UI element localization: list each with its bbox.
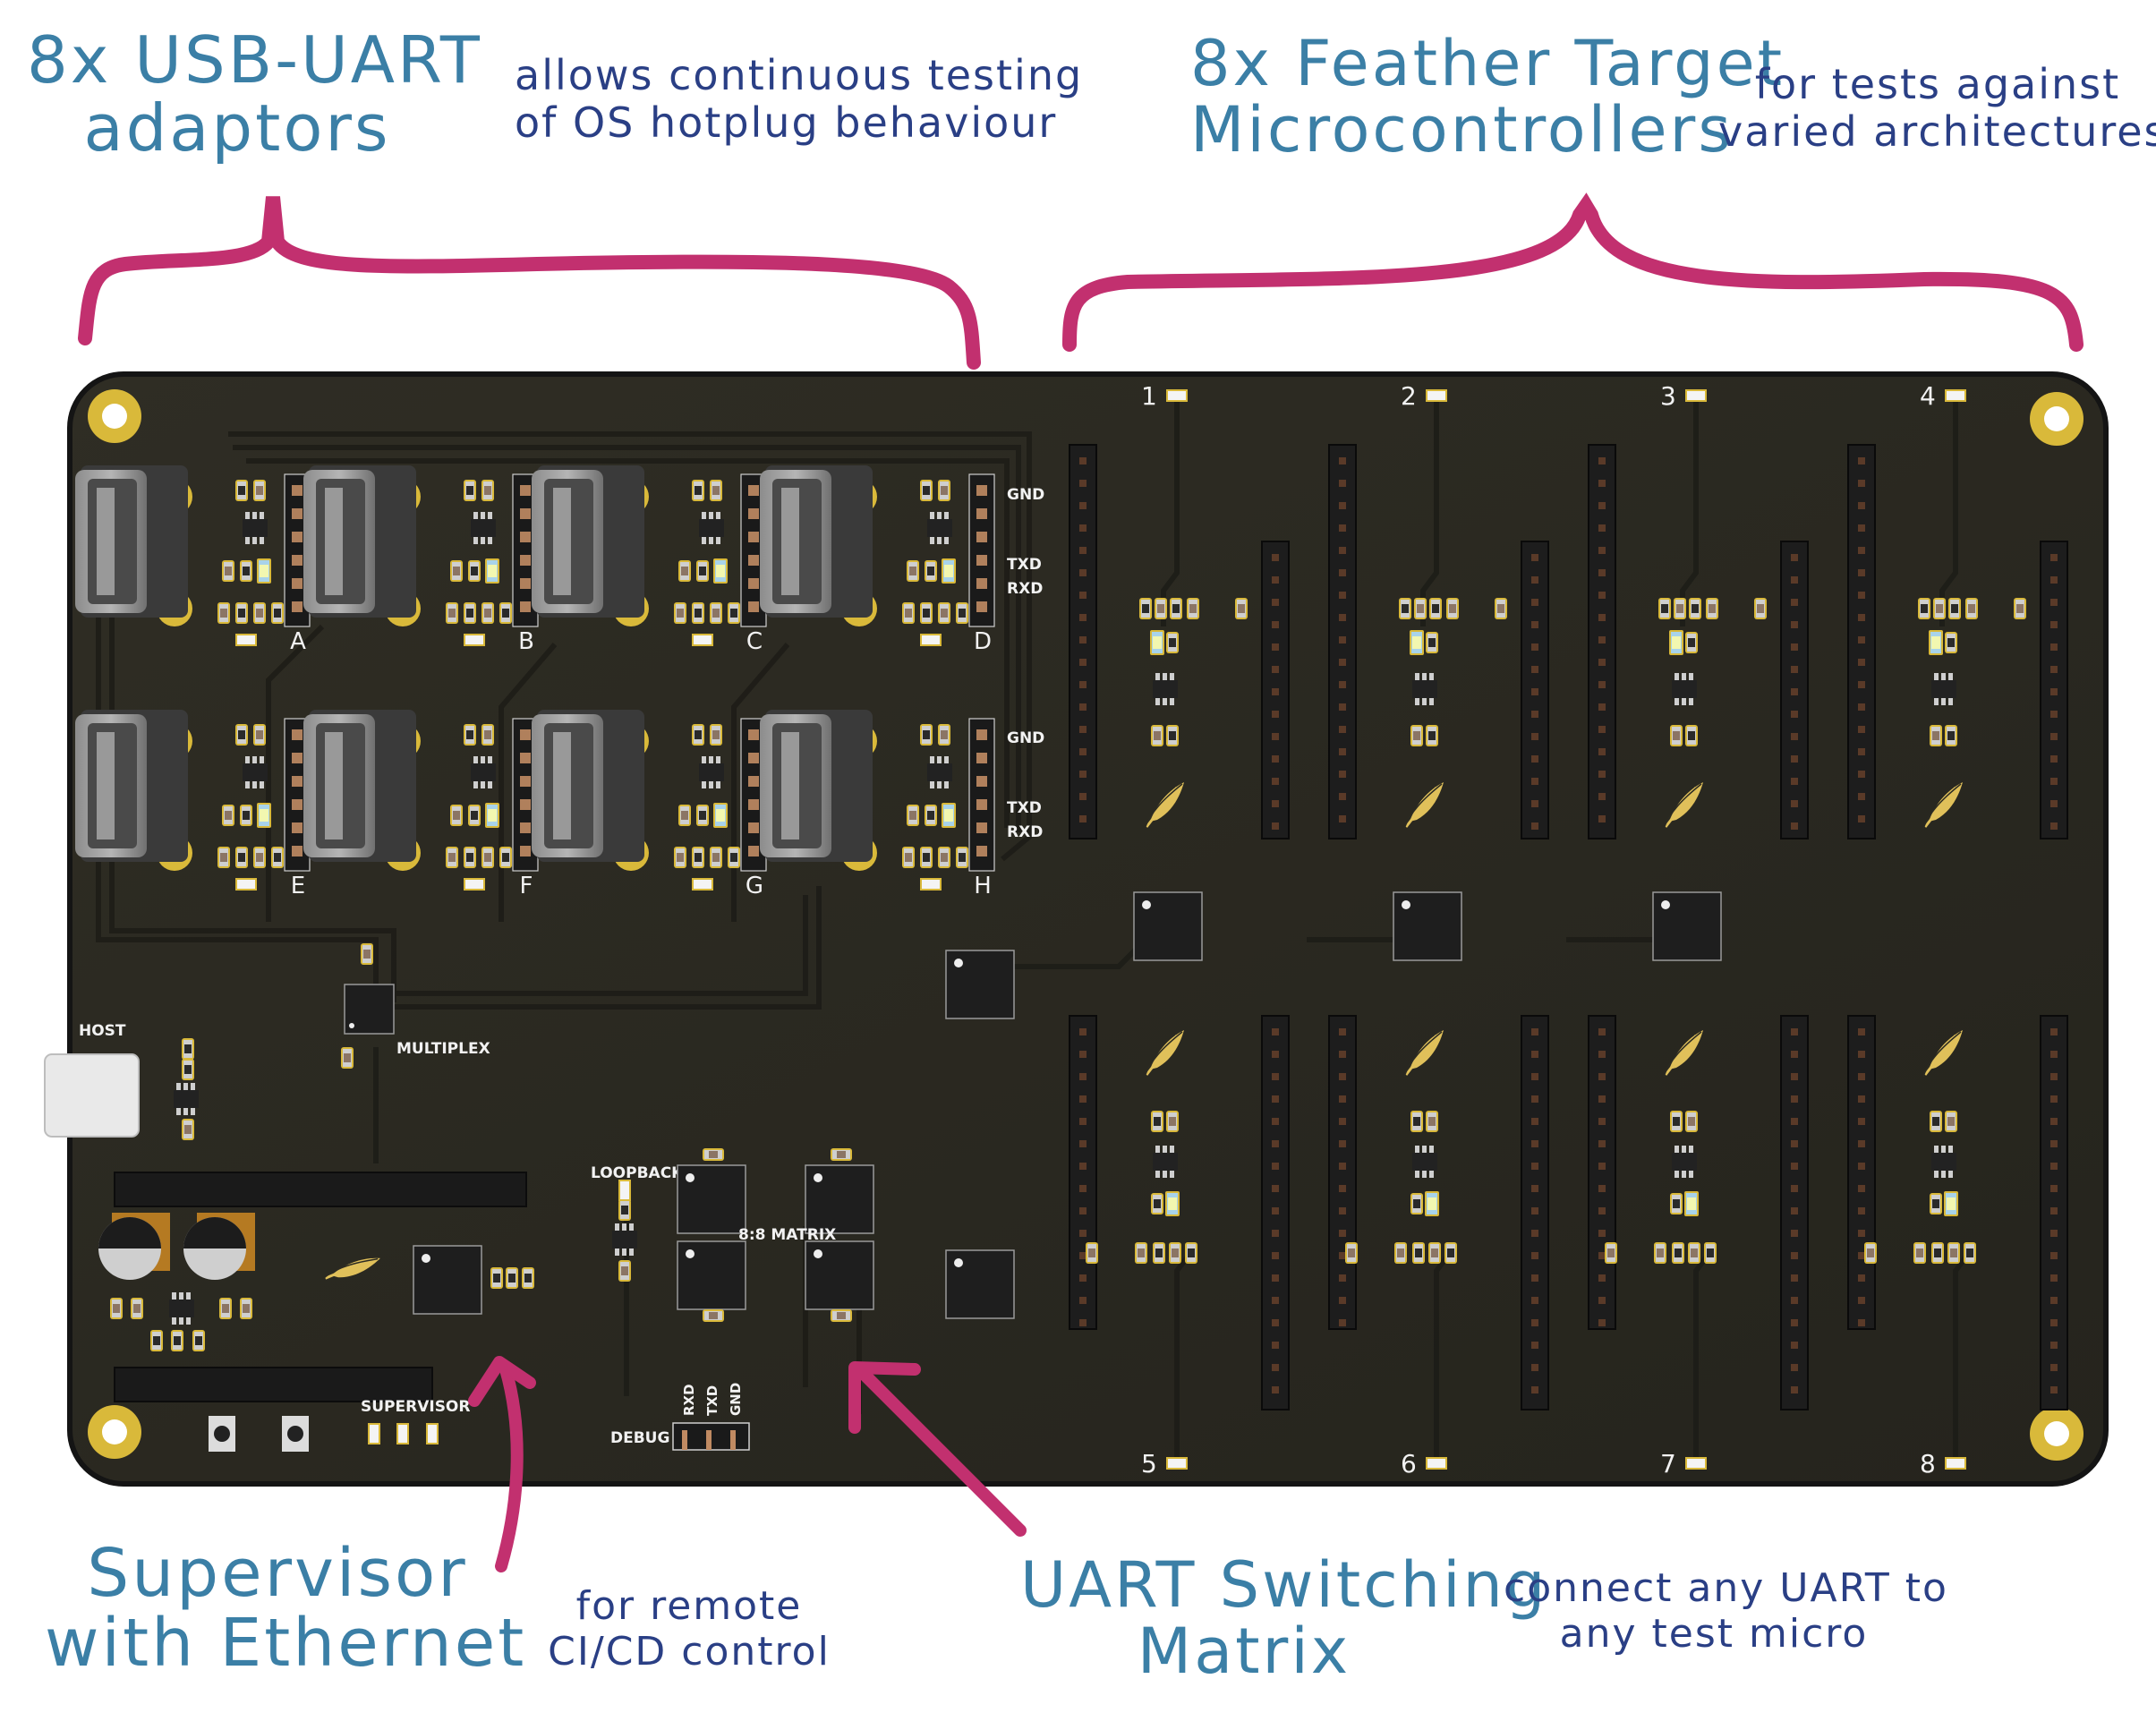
usb-a-port-icon	[760, 710, 877, 871]
usb-port-label: D	[974, 628, 992, 655]
matrix-label: 8:8 MATRIX	[738, 1226, 836, 1244]
pin-label-rxd: RXD	[1007, 580, 1043, 598]
target-slot-number: 8	[1920, 1449, 1936, 1479]
debug-label: DEBUG	[610, 1429, 669, 1447]
usb-a-port-icon	[303, 465, 421, 626]
feather-header	[1847, 444, 1876, 839]
usb-a-port-icon	[532, 710, 649, 871]
feather-header	[1780, 541, 1809, 839]
debug-pin-txd: TXD	[704, 1385, 720, 1416]
target-slot-number: 7	[1660, 1449, 1676, 1479]
usb-port-label: B	[518, 628, 534, 655]
mounting-hole-icon	[2030, 1407, 2084, 1461]
feather-brace	[1062, 192, 2084, 352]
debug-pin-gnd: GND	[728, 1383, 744, 1416]
mounting-hole-icon	[2030, 392, 2084, 446]
feather-header	[1521, 541, 1549, 839]
boot-button-icon	[282, 1416, 309, 1452]
target-slot-number: 4	[1920, 381, 1936, 411]
usb-uart-brace	[78, 196, 981, 370]
feather-header	[1328, 1015, 1357, 1330]
target-slot-number: 2	[1401, 381, 1417, 411]
feather-header	[1521, 1015, 1549, 1410]
loopback-label: LOOPBACK	[591, 1164, 684, 1182]
pin-label-gnd: GND	[1007, 486, 1044, 504]
usb-a-port-icon	[303, 710, 421, 871]
pin-label-txd: TXD	[1007, 799, 1042, 817]
usb-port-label: E	[291, 873, 305, 899]
usb-a-port-icon	[75, 465, 192, 626]
target-slot-number: 5	[1141, 1449, 1157, 1479]
mounting-hole-icon	[88, 389, 141, 443]
chip-icon	[945, 950, 1015, 1019]
pin-label-gnd: GND	[1007, 729, 1044, 747]
usb-port-label: F	[520, 873, 533, 899]
host-label: HOST	[79, 1022, 126, 1040]
pin-label-txd: TXD	[1007, 556, 1042, 574]
usb-a-port-icon	[532, 465, 649, 626]
usb-a-port-icon	[75, 710, 192, 871]
feather-header	[1328, 444, 1357, 839]
reset-button-icon	[209, 1416, 235, 1452]
feather-header	[1588, 1015, 1616, 1330]
debug-pin-rxd: RXD	[681, 1384, 697, 1416]
target-slot-number: 6	[1401, 1449, 1417, 1479]
chip-icon	[1133, 891, 1203, 961]
chip-icon	[1393, 891, 1462, 961]
supervisor-label: SUPERVISOR	[361, 1398, 470, 1416]
feather-header	[1261, 541, 1290, 839]
feather-header	[1261, 1015, 1290, 1410]
chip-icon	[1652, 891, 1722, 961]
mounting-hole-icon	[88, 1405, 141, 1459]
feather-header	[1069, 1015, 1097, 1330]
feather-header	[1780, 1015, 1809, 1410]
target-slot-number: 1	[1141, 381, 1157, 411]
feather-header	[2040, 1015, 2068, 1410]
usb-port-label: H	[974, 873, 992, 899]
pin-label-rxd: RXD	[1007, 823, 1043, 841]
usb-port-label: C	[746, 628, 763, 655]
multiplex-label: MULTIPLEX	[396, 1040, 490, 1058]
feather-header	[2040, 541, 2068, 839]
pcb-diagram: A B C D E F G H GND TXD RXD GND TXD RXD 1 2 3 4 5 6 7…	[44, 192, 2109, 1572]
usb-a-port-icon	[760, 465, 877, 626]
usb-port-label: A	[290, 628, 306, 655]
feather-header	[1588, 444, 1616, 839]
feather-header	[1847, 1015, 1876, 1330]
feather-header	[1069, 444, 1097, 839]
usb-port-label: G	[746, 873, 763, 899]
target-slot-number: 3	[1660, 381, 1676, 411]
